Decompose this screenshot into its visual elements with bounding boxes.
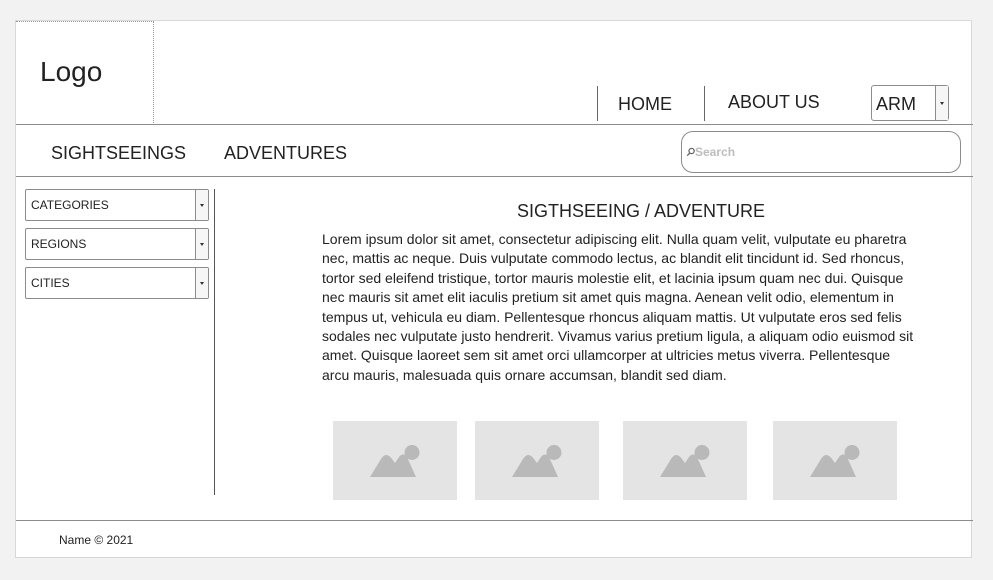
regions-dropdown-button[interactable] bbox=[195, 229, 208, 259]
image-placeholder-icon bbox=[810, 445, 860, 477]
footer-divider bbox=[16, 520, 973, 521]
search-box[interactable] bbox=[681, 131, 961, 173]
regions-label: REGIONS bbox=[31, 237, 87, 251]
logo-text: Logo bbox=[40, 56, 103, 87]
chevron-down-icon bbox=[200, 282, 204, 285]
image-thumbnail[interactable] bbox=[773, 421, 897, 500]
nav-divider bbox=[597, 86, 598, 121]
categories-label: CATEGORIES bbox=[31, 198, 109, 212]
subnav-item-adventures[interactable]: ADVENTURES bbox=[224, 143, 347, 164]
regions-select[interactable]: REGIONS bbox=[25, 228, 209, 260]
image-thumbnail[interactable] bbox=[623, 421, 747, 500]
image-thumbnail[interactable] bbox=[333, 421, 457, 500]
cities-dropdown-button[interactable] bbox=[195, 268, 208, 298]
categories-select[interactable]: CATEGORIES bbox=[25, 189, 209, 221]
nav-home-link[interactable]: HOME bbox=[618, 94, 672, 115]
content-paragraph: Lorem ipsum dolor sit amet, consectetur … bbox=[322, 231, 914, 383]
image-thumbnail[interactable] bbox=[475, 421, 599, 500]
page-title: SIGTHSEEING / ADVENTURE bbox=[516, 201, 766, 221]
image-placeholder-icon bbox=[660, 445, 710, 477]
language-select[interactable]: ARM bbox=[871, 85, 949, 121]
subnav-item-sightseeings[interactable]: SIGHTSEEINGS bbox=[51, 143, 186, 164]
search-input[interactable] bbox=[695, 143, 950, 161]
page-frame: Logo HOME ABOUT US ARM SIGHTSEEINGS ADVE… bbox=[15, 20, 973, 558]
nav-about-link[interactable]: ABOUT US bbox=[728, 92, 820, 113]
nav-divider bbox=[704, 86, 705, 121]
subnav-divider bbox=[16, 176, 973, 177]
chevron-down-icon bbox=[200, 243, 204, 246]
image-placeholder-icon bbox=[512, 445, 562, 477]
image-placeholder-icon bbox=[370, 445, 420, 477]
chevron-down-icon bbox=[940, 102, 944, 105]
header-divider bbox=[16, 124, 973, 125]
cities-select[interactable]: CITIES bbox=[25, 267, 209, 299]
logo[interactable]: Logo bbox=[16, 21, 154, 125]
language-value: ARM bbox=[876, 94, 916, 114]
chevron-down-icon bbox=[200, 204, 204, 207]
cities-label: CITIES bbox=[31, 276, 70, 290]
categories-dropdown-button[interactable] bbox=[195, 190, 208, 220]
footer-copyright: Name © 2021 bbox=[59, 533, 134, 547]
language-dropdown-button[interactable] bbox=[935, 86, 948, 120]
sidebar-divider bbox=[214, 189, 215, 495]
